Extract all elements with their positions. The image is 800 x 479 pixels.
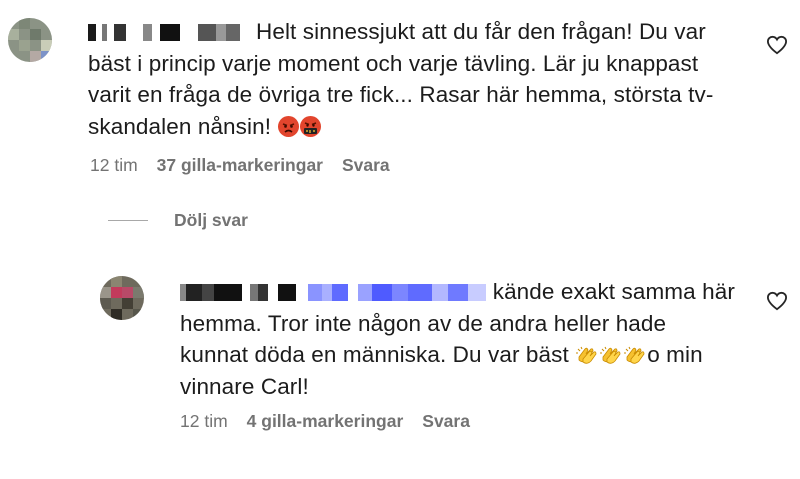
username-redacted[interactable] <box>88 24 256 41</box>
comment-text: Helt sinnessjukt att du får den frågan! … <box>88 16 738 142</box>
cursing-face-icon <box>300 115 322 137</box>
clapping-hands-icon <box>575 345 599 365</box>
angry-face-icon <box>278 115 300 137</box>
reply-button[interactable]: Svara <box>422 411 470 432</box>
comment-meta: 12 tim 4 gilla-markeringar Svara <box>180 411 470 432</box>
hide-replies-button[interactable]: Dölj svar <box>108 210 248 231</box>
clapping-hands-icon <box>623 345 647 365</box>
timestamp: 12 tim <box>90 155 138 175</box>
likes-count[interactable]: 37 gilla-markeringar <box>157 155 323 176</box>
timestamp: 12 tim <box>180 411 228 431</box>
comment-meta: 12 tim 37 gilla-markeringar Svara <box>90 155 390 176</box>
mention-redacted[interactable] <box>308 284 487 301</box>
reply-button[interactable]: Svara <box>342 155 390 176</box>
username-redacted[interactable] <box>180 284 296 301</box>
heart-icon[interactable] <box>766 35 788 55</box>
divider-line <box>108 220 148 221</box>
likes-count[interactable]: 4 gilla-markeringar <box>247 411 404 432</box>
avatar[interactable] <box>8 18 52 62</box>
clapping-hands-icon <box>599 345 623 365</box>
heart-icon[interactable] <box>766 291 788 311</box>
avatar[interactable] <box>100 276 144 320</box>
hide-replies-label: Dölj svar <box>174 210 248 230</box>
comment-text: kände exakt samma här hemma. Tror inte n… <box>180 276 740 402</box>
